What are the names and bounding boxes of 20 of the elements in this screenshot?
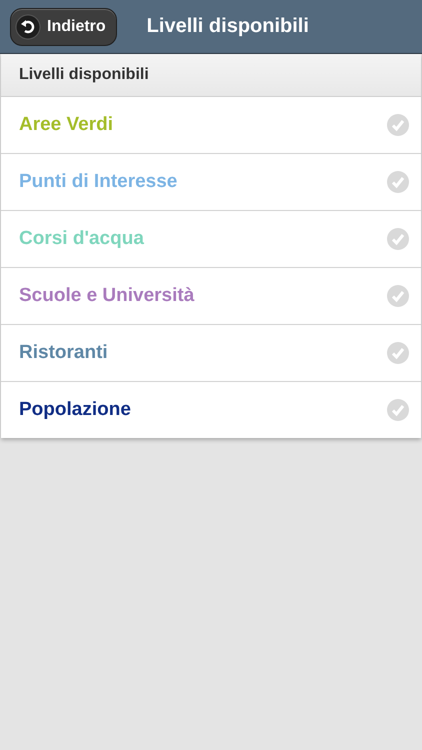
check-icon[interactable]: [387, 399, 409, 421]
back-button[interactable]: Indietro: [10, 8, 117, 46]
layer-label: Scuole e Università: [19, 285, 194, 307]
layer-label: Corsi d'acqua: [19, 228, 144, 250]
check-icon[interactable]: [387, 114, 409, 136]
check-icon[interactable]: [387, 228, 409, 250]
layer-label: Popolazione: [19, 399, 131, 421]
layer-label: Ristoranti: [19, 342, 108, 364]
check-icon[interactable]: [387, 171, 409, 193]
layer-item[interactable]: Corsi d'acqua: [1, 211, 421, 268]
check-icon[interactable]: [387, 342, 409, 364]
check-icon[interactable]: [387, 285, 409, 307]
layer-item[interactable]: Ristoranti: [1, 325, 421, 382]
screen-title: Livelli disponibili: [146, 15, 309, 38]
layer-item[interactable]: Popolazione: [1, 382, 421, 438]
layer-item[interactable]: Aree Verdi: [1, 97, 421, 154]
layer-label: Punti di Interesse: [19, 171, 178, 193]
layer-item[interactable]: Punti di Interesse: [1, 154, 421, 211]
layer-label: Aree Verdi: [19, 114, 113, 136]
layer-item[interactable]: Scuole e Università: [1, 268, 421, 325]
